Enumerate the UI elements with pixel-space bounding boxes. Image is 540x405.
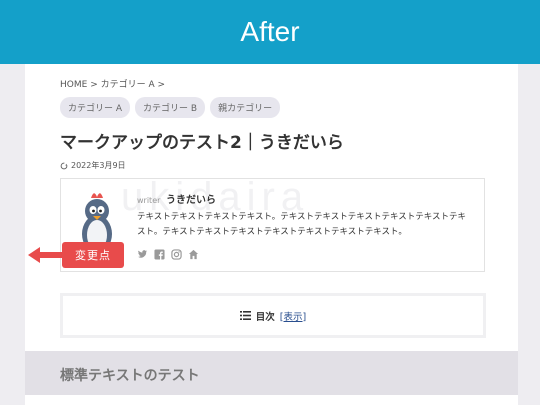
twitter-icon[interactable] [137,245,148,258]
facebook-icon[interactable] [154,245,165,260]
page-title: マークアップのテスト2｜うきだいら [60,133,344,153]
breadcrumb-category[interactable]: カテゴリー A [101,80,155,90]
author-name[interactable]: うきだいら [166,195,216,206]
tag-category-b[interactable]: カテゴリー B [135,97,206,118]
article-card: HOME > カテゴリー A > カテゴリー A カテゴリー B 親カテゴリー … [25,64,518,405]
refresh-icon [60,162,68,169]
home-icon[interactable] [188,245,199,260]
instagram-icon[interactable] [171,245,182,260]
post-date-text: 2022年3月9日 [71,161,126,170]
list-icon [239,311,251,320]
author-bio: テキストテキストテキストテキスト。テキストテキストテキストテキストテキストテキス… [137,212,467,237]
section-heading: 標準テキストのテスト [25,351,518,395]
toc-label: 目次 [255,311,275,323]
breadcrumb-separator: > [157,80,166,90]
post-date: 2022年3月9日 [60,160,126,171]
change-point-badge: 変更点 [62,242,124,268]
social-links [137,245,199,260]
breadcrumb-separator: > [90,80,98,90]
change-point-label: 変更点 [75,249,111,262]
section-title: 標準テキストのテスト [60,368,200,384]
banner-label: After [240,16,300,47]
left-arrow-icon [28,247,62,263]
toc-toggle-link[interactable]: [表示] [280,309,306,323]
tag-category-a[interactable]: カテゴリー A [60,97,131,118]
category-tags: カテゴリー A カテゴリー B 親カテゴリー [60,97,281,118]
writer-line: writer うきだいら [137,191,216,206]
table-of-contents: 目次 [表示] [60,293,486,338]
breadcrumb: HOME > カテゴリー A > [60,77,165,90]
tag-parent-category[interactable]: 親カテゴリー [210,97,281,118]
breadcrumb-home[interactable]: HOME [60,80,87,90]
after-banner: After [0,0,540,64]
writer-label: writer [137,196,161,205]
